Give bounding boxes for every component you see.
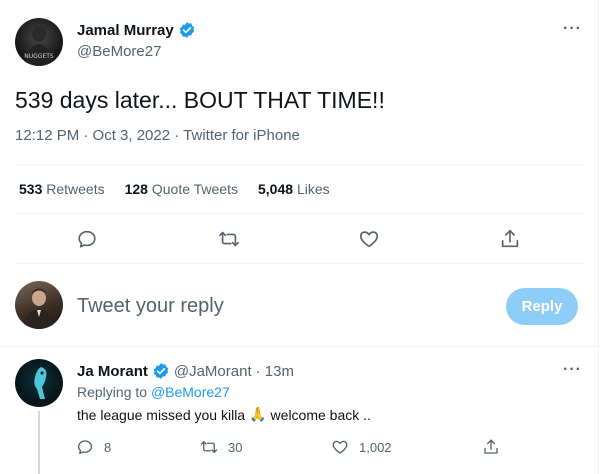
author-avatar[interactable]: NUGGETS bbox=[15, 18, 63, 66]
reply-input[interactable]: Tweet your reply bbox=[77, 295, 224, 318]
divider bbox=[0, 346, 598, 347]
author-name-text[interactable]: Jamal Murray bbox=[77, 22, 174, 39]
tweet-source[interactable]: Twitter for iPhone bbox=[183, 127, 300, 144]
reply-replies-count: 8 bbox=[104, 439, 112, 455]
reply-button[interactable]: Reply bbox=[506, 288, 578, 325]
reply-like-action[interactable]: 1,002 bbox=[331, 438, 392, 456]
reply-timestamp[interactable]: · 13m bbox=[256, 363, 294, 380]
reply-share-action[interactable] bbox=[482, 438, 500, 456]
heart-icon[interactable] bbox=[358, 228, 380, 250]
reply-author-handle[interactable]: @JaMorant bbox=[174, 363, 252, 380]
author-handle[interactable]: @BeMore27 bbox=[77, 43, 161, 60]
likes-stat[interactable]: 5,048 Likes bbox=[258, 181, 330, 197]
divider bbox=[15, 213, 583, 214]
heart-icon bbox=[332, 440, 348, 454]
meta-separator: · bbox=[170, 127, 184, 144]
reply-icon bbox=[77, 440, 93, 455]
reply-likes-count: 1,002 bbox=[359, 439, 392, 455]
replying-to-handle-link[interactable]: @BeMore27 bbox=[151, 384, 230, 400]
retweets-label: Retweets bbox=[46, 181, 105, 197]
retweets-count: 533 bbox=[19, 181, 43, 197]
likes-count: 5,048 bbox=[258, 181, 294, 197]
tweet-stats: 533 Retweets 128 Quote Tweets 5,048 Like… bbox=[19, 181, 330, 197]
retweet-icon[interactable] bbox=[218, 228, 240, 250]
svg-text:NUGGETS: NUGGETS bbox=[24, 53, 54, 60]
retweets-stat[interactable]: 533 Retweets bbox=[19, 181, 105, 197]
replying-to: Replying to @BeMore27 bbox=[77, 384, 230, 400]
reply-reply-action[interactable]: 8 bbox=[76, 438, 111, 456]
more-options-icon[interactable]: ··· bbox=[563, 20, 582, 38]
tweet-detail-panel: NUGGETS Jamal Murray @BeMore27 ··· 539 d… bbox=[0, 0, 599, 474]
retweet-icon bbox=[200, 441, 218, 453]
likes-label: Likes bbox=[296, 181, 330, 197]
praying-hands-emoji: 🙏 bbox=[249, 406, 267, 422]
reply-text-before: the league missed you killa bbox=[77, 406, 246, 423]
quote-tweets-stat[interactable]: 128 Quote Tweets bbox=[125, 181, 238, 197]
more-options-icon[interactable]: ··· bbox=[563, 361, 582, 379]
divider bbox=[15, 164, 583, 165]
divider bbox=[15, 263, 583, 264]
reply-retweet-action[interactable]: 30 bbox=[200, 438, 242, 456]
tweet-meta: 12:12 PM · Oct 3, 2022 · Twitter for iPh… bbox=[15, 127, 300, 144]
reply-author-name[interactable]: Ja Morant bbox=[77, 363, 148, 380]
share-icon bbox=[484, 439, 498, 454]
share-icon[interactable] bbox=[499, 228, 521, 250]
author-name[interactable]: Jamal Murray bbox=[77, 21, 196, 39]
verified-badge-icon bbox=[153, 363, 168, 379]
quotes-count: 128 bbox=[124, 181, 148, 197]
replying-to-prefix: Replying to bbox=[77, 384, 148, 400]
reply-author-header: Ja Morant @JaMorant · 13m bbox=[77, 362, 294, 380]
quotes-label: Quote Tweets bbox=[151, 181, 238, 197]
reply-icon[interactable] bbox=[76, 228, 98, 250]
verified-badge-icon bbox=[179, 22, 194, 38]
thread-line bbox=[38, 411, 40, 474]
tweet-text: 539 days later... BOUT THAT TIME!! bbox=[15, 87, 385, 113]
reply-retweets-count: 30 bbox=[228, 439, 243, 455]
reply-text: the league missed you killa 🙏 welcome ba… bbox=[77, 406, 371, 423]
reply-author-avatar[interactable] bbox=[15, 359, 63, 407]
reply-text-after: welcome back .. bbox=[270, 406, 371, 423]
tweet-timestamp[interactable]: 12:12 PM · Oct 3, 2022 bbox=[15, 127, 170, 144]
current-user-avatar[interactable] bbox=[15, 281, 63, 329]
